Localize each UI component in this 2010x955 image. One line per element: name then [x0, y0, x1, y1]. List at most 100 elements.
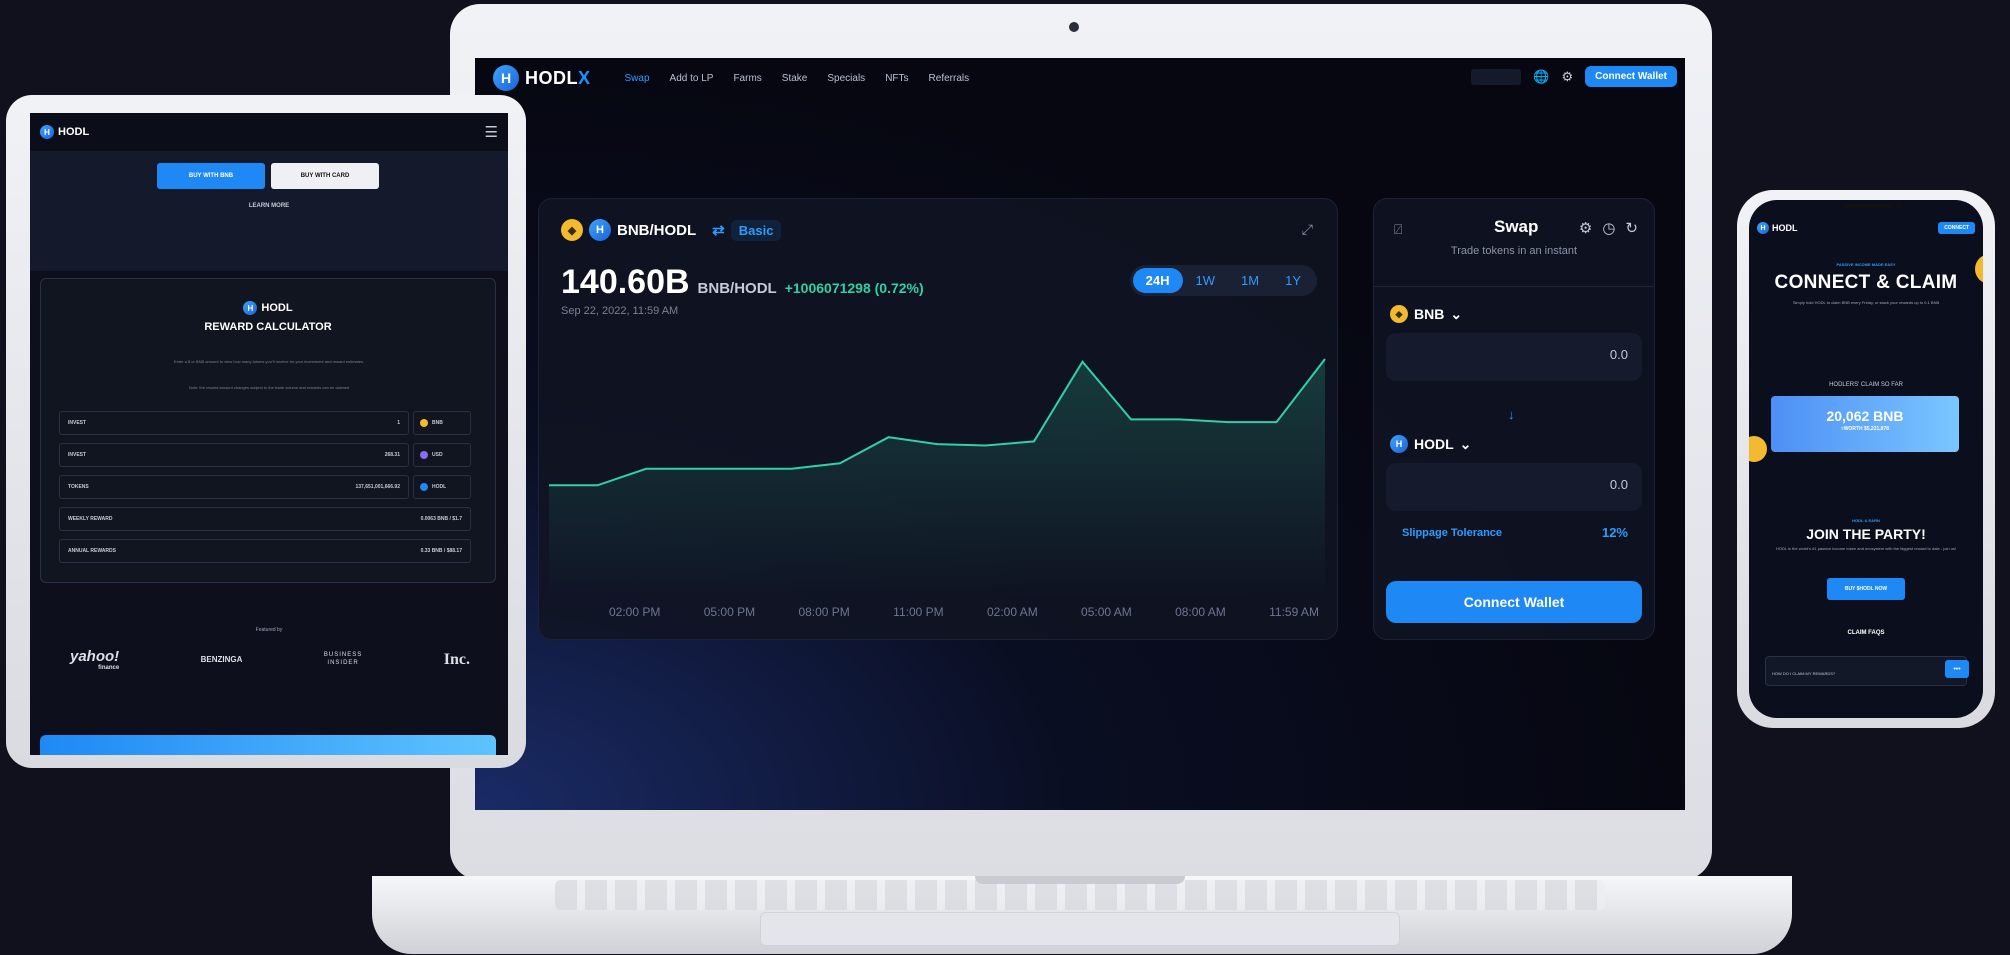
buy-with-card-button[interactable]: BUY WITH CARD [271, 163, 379, 189]
inc-logo: Inc. [443, 650, 470, 668]
mode-basic-toggle[interactable]: Basic [730, 219, 782, 241]
chevron-down-icon: ⌄ [1450, 305, 1463, 322]
price-ticker[interactable] [1471, 68, 1522, 85]
reward-calculator: H HODL REWARD CALCULATOR Enter a $ or BNB… [40, 278, 496, 583]
current-price: 140.60B [561, 263, 690, 301]
x-tick-label: 05:00 PM [703, 605, 756, 619]
phone-header: H HODL CONNECT [1757, 222, 1975, 234]
claimed-total-value: 20,062 BNB [1826, 408, 1904, 424]
chart-area-fill [549, 359, 1325, 599]
join-description: HODL is the world's #1 passive income to… [1775, 546, 1957, 551]
calc-row-invest-usd[interactable]: INVEST 268.31 [59, 443, 409, 467]
from-token-label: BNB [1414, 306, 1445, 322]
swap-header: ⍁ Swap ⚙ ◷ ↻ Trade tokens in an instant [1374, 199, 1654, 287]
chart-toggle-icon[interactable]: ⍁ [1394, 221, 1402, 238]
x-tick-label: 08:00 AM [1175, 605, 1226, 619]
swap-title: Swap [1494, 217, 1539, 236]
yahoo-finance-logo: yahoo! finance [70, 648, 120, 671]
nav-link-referrals[interactable]: Referrals [929, 73, 970, 84]
range-tab-24h[interactable]: 24H [1132, 268, 1183, 293]
x-tick-label: 02:00 AM [986, 605, 1038, 619]
pair-selector[interactable]: ◆ H BNB/HODL ⇄ Basic [561, 219, 782, 241]
x-axis-labels: 02:00 PM 05:00 PM 08:00 PM 11:00 PM 02:00 AM… [609, 605, 1319, 619]
hodl-logo-icon[interactable]: H [493, 65, 519, 91]
hodl-logo-icon: H [1757, 222, 1769, 234]
phone-logo[interactable]: H HODL [1757, 222, 1798, 234]
refresh-icon[interactable]: ↻ [1625, 219, 1638, 237]
swap-pair-icon[interactable]: ⇄ [712, 221, 725, 239]
calc-row-weekly-reward: WEEKLY REWARD 0.0063 BNB / $1.7 [59, 507, 471, 531]
bnb-coin-icon: ◆ [561, 219, 583, 241]
laptop-trackpad [760, 912, 1400, 946]
more-icon[interactable]: ••• [1945, 660, 1969, 678]
hamburger-menu-icon[interactable]: ☰ [485, 123, 498, 141]
swap-header-icons: ⚙ ◷ ↻ [1579, 219, 1638, 237]
hodl-coin-icon: H [589, 219, 611, 241]
x-tick-label: 05:00 AM [1081, 605, 1132, 619]
connect-wallet-nav-button[interactable]: Connect Wallet [1585, 66, 1677, 87]
price-chart-card: ◆ H BNB/HODL ⇄ Basic ⤢ 140.60B BNB/HODL … [538, 198, 1338, 640]
phone-tagline: PASSIVE INCOME MADE EASY [1836, 262, 1896, 267]
faq-item[interactable]: HOW DO I CLAIM MY REWARDS? [1765, 656, 1967, 686]
brand-name[interactable]: HODLX [525, 68, 591, 89]
range-tab-1w[interactable]: 1W [1183, 268, 1229, 293]
phone-connect-button[interactable]: CONNECT [1938, 222, 1975, 234]
laptop-screen: H HODLX Swap Add to LP Farms Stake Speci… [475, 58, 1685, 810]
price-area-chart [549, 358, 1326, 599]
tablet-logo[interactable]: H HODL [40, 125, 89, 139]
range-tab-1m[interactable]: 1M [1228, 268, 1272, 293]
tablet-hero: BUY WITH BNB BUY WITH CARD LEARN MORE [30, 151, 508, 271]
chevron-down-icon: ⌄ [1459, 435, 1472, 452]
unit-usd: USD [413, 443, 471, 467]
to-token-selector[interactable]: H HODL ⌄ [1390, 435, 1471, 453]
nav-link-stake[interactable]: Stake [782, 73, 808, 84]
hodl-logo-icon: H [243, 301, 258, 315]
price-row: 140.60B BNB/HODL +1006071298 (0.72%) [561, 263, 924, 302]
to-amount-input[interactable]: 0.0 [1386, 463, 1642, 511]
phone-description: Simply hold HODL to claim BNB every Frid… [1792, 300, 1940, 305]
range-tab-1y[interactable]: 1Y [1272, 268, 1314, 293]
settings-gear-icon[interactable]: ⚙ [1579, 219, 1592, 237]
laptop-keyboard [555, 880, 1605, 910]
press-logos: yahoo! finance BENZINGA BUSINESS INSIDER I… [70, 648, 470, 671]
hodl-coin-icon [420, 483, 428, 491]
from-amount-input[interactable]: 0.0 [1386, 333, 1642, 381]
nav-link-farms[interactable]: Farms [733, 73, 761, 84]
slippage-value[interactable]: 12% [1602, 525, 1628, 540]
globe-icon[interactable]: 🌐 [1533, 69, 1549, 85]
gear-icon[interactable]: ⚙ [1561, 69, 1573, 85]
history-icon[interactable]: ◷ [1602, 219, 1615, 237]
nav-link-nfts[interactable]: NFTs [885, 73, 908, 84]
hodl-logo-icon: H [40, 125, 54, 139]
expand-icon[interactable]: ⤢ [1302, 221, 1313, 238]
hodl-coin-icon: H [1390, 435, 1408, 453]
price-timestamp: Sep 22, 2022, 11:59 AM [561, 305, 679, 317]
gold-coin-decoration [1749, 436, 1767, 462]
nav-link-add-lp[interactable]: Add to LP [670, 73, 714, 84]
calc-note: Note: the reward amount changes subject … [188, 385, 350, 390]
arrow-down-icon[interactable]: ↓ [1508, 407, 1515, 422]
buy-with-bnb-button[interactable]: BUY WITH BNB [157, 163, 265, 189]
unit-hodl: HODL [413, 475, 471, 499]
usd-coin-icon [420, 451, 428, 459]
price-change: +1006071298 (0.72%) [784, 280, 924, 296]
calc-title: REWARD CALCULATOR [204, 321, 332, 333]
from-token-selector[interactable]: ◆ BNB ⌄ [1390, 305, 1462, 323]
nav-links: Swap Add to LP Farms Stake Specials NFTs… [625, 73, 970, 84]
tablet-bottom-banner [40, 735, 496, 755]
buy-hodl-button[interactable]: BUY $HODL NOW [1827, 578, 1905, 600]
slippage-label: Slippage Tolerance [1402, 527, 1503, 539]
claim-faqs-title: CLAIM FAQS [1847, 630, 1885, 636]
phone-headline: CONNECT & CLAIM [1774, 272, 1958, 293]
claimed-total-box: 20,062 BNB ≈WORTH $5,221,878 [1771, 396, 1959, 452]
nav-link-swap[interactable]: Swap [625, 73, 650, 84]
benzinga-logo: BENZINGA [200, 655, 243, 664]
calc-row-invest-bnb[interactable]: INVEST 1 [59, 411, 409, 435]
nav-link-specials[interactable]: Specials [827, 73, 865, 84]
bnb-coin-icon [420, 419, 428, 427]
connect-wallet-button[interactable]: Connect Wallet [1386, 581, 1642, 623]
tablet-header: H HODL ☰ [30, 113, 508, 151]
business-insider-logo: BUSINESS INSIDER [323, 652, 363, 666]
learn-more-link[interactable]: LEARN MORE [30, 203, 508, 209]
join-headline: JOIN THE PARTY! [1806, 526, 1926, 542]
